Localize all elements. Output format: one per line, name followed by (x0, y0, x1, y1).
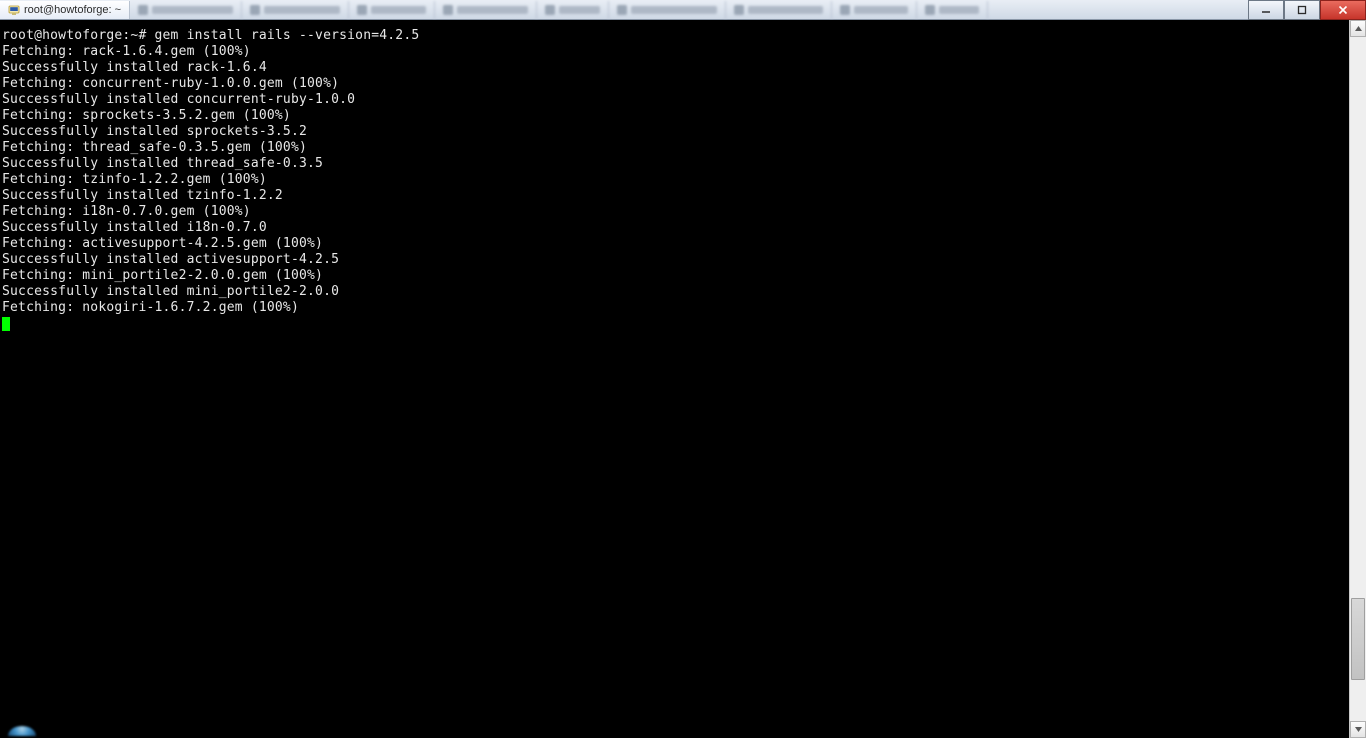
background-tab[interactable] (242, 1, 349, 19)
close-button[interactable] (1320, 0, 1366, 20)
tab-putty-active[interactable]: root@howtoforge: ~ (0, 1, 130, 19)
putty-icon (8, 4, 20, 16)
maximize-button[interactable] (1284, 0, 1320, 20)
background-tabs (130, 1, 988, 19)
favicon-placeholder-icon (250, 5, 260, 15)
terminal-window[interactable]: root@howtoforge:~# gem install rails --v… (0, 20, 1366, 738)
scroll-down-button[interactable] (1350, 721, 1366, 738)
favicon-placeholder-icon (925, 5, 935, 15)
window-title: root@howtoforge: ~ (24, 4, 121, 16)
favicon-placeholder-icon (357, 5, 367, 15)
favicon-placeholder-icon (138, 5, 148, 15)
scroll-thumb[interactable] (1351, 598, 1365, 680)
background-tab[interactable] (832, 1, 917, 19)
terminal-cursor (2, 317, 10, 331)
background-tab[interactable] (726, 1, 832, 19)
terminal-output[interactable]: root@howtoforge:~# gem install rails --v… (0, 20, 419, 316)
background-tab[interactable] (349, 1, 435, 19)
favicon-placeholder-icon (617, 5, 627, 15)
favicon-placeholder-icon (443, 5, 453, 15)
scroll-up-button[interactable] (1350, 20, 1366, 37)
titlebar-tabstrip: root@howtoforge: ~ (0, 0, 1366, 20)
scroll-track[interactable] (1350, 37, 1366, 721)
background-tab[interactable] (435, 1, 537, 19)
background-tab[interactable] (537, 1, 609, 19)
favicon-placeholder-icon (840, 5, 850, 15)
start-orb-icon (8, 726, 36, 736)
favicon-placeholder-icon (545, 5, 555, 15)
favicon-placeholder-icon (734, 5, 744, 15)
background-tab[interactable] (130, 1, 242, 19)
window-controls (1248, 0, 1366, 20)
background-tab[interactable] (609, 1, 726, 19)
scrollbar-vertical[interactable] (1349, 20, 1366, 738)
background-tab[interactable] (917, 1, 987, 19)
minimize-button[interactable] (1248, 0, 1284, 20)
